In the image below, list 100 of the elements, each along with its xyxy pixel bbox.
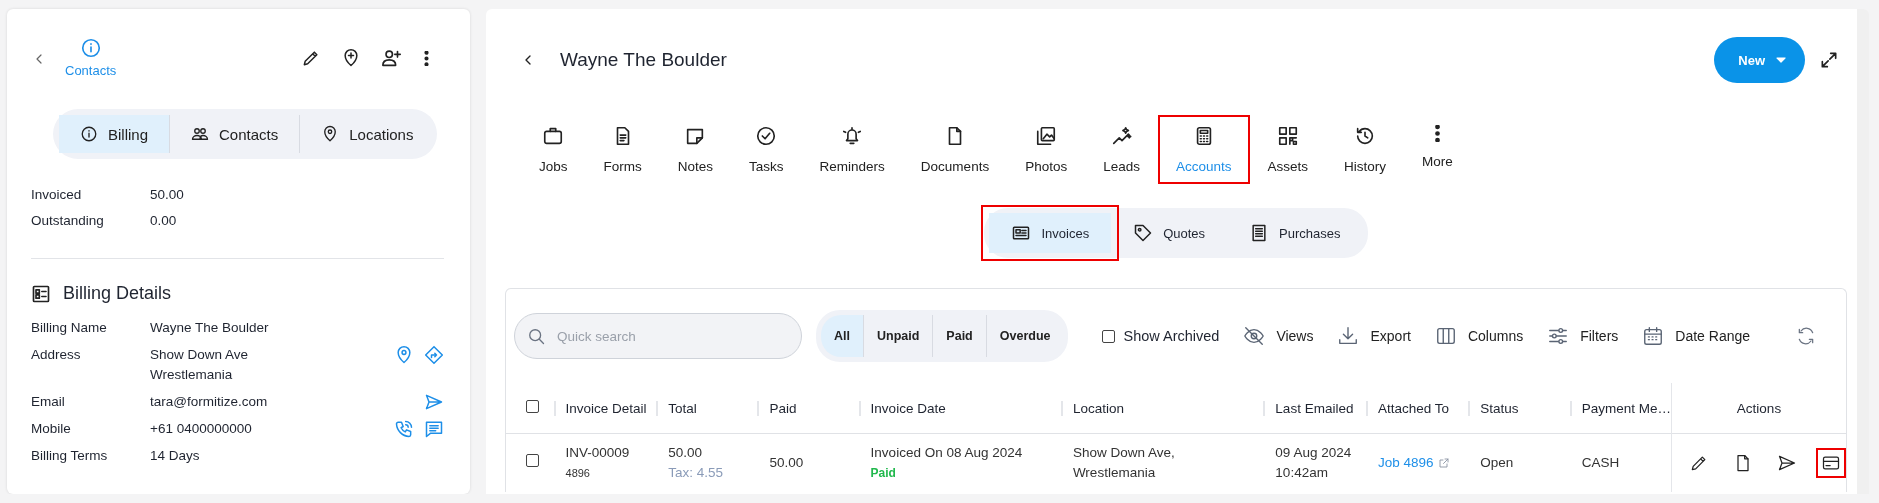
nav-tab[interactable]: Jobs (521, 115, 586, 184)
columns-icon (1434, 325, 1457, 347)
field-value: Wayne The Boulder (150, 319, 270, 337)
calendar-icon (1642, 325, 1665, 347)
nav-tab[interactable]: Assets (1249, 115, 1326, 184)
sub-tab[interactable]: Invoices (989, 213, 1112, 253)
column-header[interactable]: Attached To (1365, 400, 1469, 416)
nav-tab[interactable]: History (1326, 115, 1405, 184)
checkbox[interactable] (526, 400, 539, 413)
info-icon (80, 125, 98, 143)
message-icon[interactable] (424, 419, 444, 439)
action-button[interactable] (1816, 448, 1846, 478)
checkbox[interactable] (526, 454, 539, 467)
qr-code-icon (1276, 125, 1299, 147)
refresh-icon[interactable] (1796, 326, 1816, 346)
column-header[interactable]: Invoice Date (858, 400, 1061, 416)
record-title: Wayne The Boulder (560, 49, 727, 71)
download-icon (1337, 325, 1360, 347)
toolbar-button[interactable]: Filters (1547, 325, 1619, 347)
column-header[interactable]: Paid (757, 400, 859, 416)
nav-tab[interactable]: Forms (585, 115, 660, 184)
nav-tab[interactable]: Leads (1085, 115, 1158, 184)
table-cell-text: INV-00009 (565, 444, 631, 462)
sliders-icon (1547, 325, 1570, 347)
toolbar-button[interactable]: Columns (1434, 325, 1524, 347)
sub-tab[interactable]: Quotes (1111, 213, 1228, 253)
table-cell: 09 Aug 2024 10:42am (1275, 445, 1352, 480)
filter-tab[interactable]: Paid (932, 315, 986, 357)
nav-tab[interactable]: Tasks (731, 115, 802, 184)
field-label: Email (31, 393, 66, 411)
checkbox-label: Show Archived (1123, 328, 1220, 344)
toolbar-button[interactable]: Date Range (1642, 325, 1751, 347)
field-value: 14 Days (150, 447, 201, 465)
field-label: Address (31, 346, 82, 364)
table-cell-text: 50.00 (668, 444, 703, 462)
more-icon[interactable] (423, 50, 430, 66)
field-label: Mobile (31, 420, 72, 438)
more-icon (1433, 125, 1441, 142)
field-value: tara@formitize.com (150, 393, 269, 411)
receipt-icon (1011, 223, 1032, 243)
directions-icon[interactable] (424, 345, 444, 365)
briefcase-icon (542, 125, 565, 147)
nav-tab[interactable]: Photos (1007, 115, 1086, 184)
bell-icon (841, 125, 864, 147)
contacts-tab[interactable]: Contacts (65, 37, 117, 78)
field-label: Billing Terms (31, 447, 109, 465)
people-icon (191, 125, 210, 143)
column-header[interactable]: Last Emailed (1263, 400, 1366, 416)
nav-tab[interactable]: More (1404, 115, 1471, 184)
map-pin-icon[interactable] (394, 345, 414, 365)
table-cell: Open (1480, 455, 1514, 470)
segment-tab[interactable]: Locations (299, 115, 435, 153)
edit-icon[interactable] (301, 48, 321, 68)
field-value: +61 0400000000 (150, 420, 253, 438)
tag-icon (1133, 223, 1154, 243)
summary-value: 50.00 (150, 187, 185, 202)
table-cell: 50.00 (769, 455, 804, 470)
sparkle-chart-icon (1110, 125, 1133, 147)
send-icon[interactable] (424, 392, 444, 412)
summary-label: Outstanding (31, 213, 105, 228)
table-cell-text: Invoiced On 08 Aug 2024 (870, 444, 1024, 462)
checkbox[interactable] (1102, 329, 1116, 343)
column-header[interactable]: Status (1468, 400, 1570, 416)
table-cell: CASH (1581, 455, 1620, 470)
segment-tab[interactable]: Contacts (169, 115, 300, 153)
column-header[interactable]: Invoice Detail (553, 400, 657, 416)
column-header[interactable]: Total (656, 400, 758, 416)
toolbar-button[interactable]: Export (1337, 325, 1411, 347)
add-person-icon[interactable] (381, 47, 403, 69)
check-circle-icon (755, 125, 778, 147)
segment-tab[interactable]: Billing (59, 115, 170, 153)
job-link[interactable]: Job 4896 (1377, 453, 1450, 473)
nav-tab[interactable]: Reminders (801, 115, 903, 184)
toolbar-button[interactable]: Views (1243, 325, 1314, 347)
table-cell: Show Down Ave, Wrestlemania (1072, 445, 1175, 480)
phone-icon[interactable] (394, 419, 414, 439)
search-icon (526, 326, 546, 346)
details-card-icon (31, 283, 51, 304)
search-field[interactable]: Quick search (514, 313, 802, 359)
summary-label: Invoiced (31, 187, 83, 202)
add-location-icon[interactable] (341, 48, 361, 68)
column-header[interactable]: Location (1060, 400, 1264, 416)
filter-tab[interactable]: Overdue (985, 315, 1064, 357)
summary-value: 0.00 (150, 213, 178, 228)
column-header[interactable]: Payment Me… (1569, 400, 1671, 416)
nav-tab[interactable]: Notes (659, 115, 732, 184)
expand-icon[interactable] (1819, 50, 1839, 70)
photos-icon (1035, 125, 1058, 147)
info-icon (79, 37, 102, 59)
send-icon (1777, 453, 1797, 473)
field-label: Billing Name (31, 319, 108, 337)
sub-tab[interactable]: Purchases (1227, 213, 1363, 253)
nav-tab[interactable]: Accounts (1157, 115, 1250, 184)
history-icon (1354, 125, 1376, 147)
external-link-icon (1437, 457, 1450, 469)
filter-tab[interactable]: Unpaid (863, 315, 933, 357)
table-cell-text: 4896 (565, 466, 591, 481)
nav-tab[interactable]: Documents (902, 115, 1008, 184)
column-header: Actions (1736, 400, 1782, 416)
filter-tab[interactable]: All (821, 315, 863, 357)
